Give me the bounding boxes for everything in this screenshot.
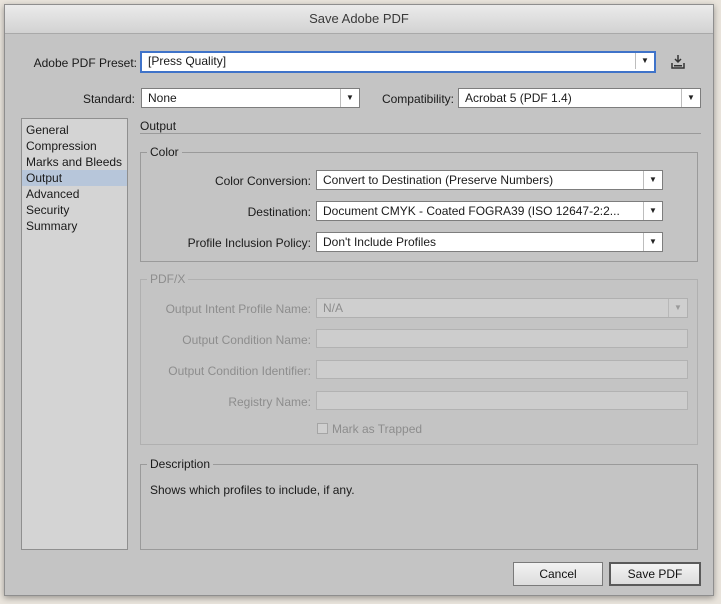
profile-inclusion-value: Don't Include Profiles	[323, 235, 437, 249]
window-title: Save Adobe PDF	[5, 5, 713, 34]
sidebar-item-security[interactable]: Security	[22, 202, 127, 218]
chevron-down-icon: ▼	[340, 89, 359, 107]
output-condition-id-label: Output Condition Identifier:	[168, 364, 311, 378]
save-preset-icon[interactable]	[669, 53, 687, 71]
output-intent-select: N/A ▼	[316, 298, 688, 318]
sidebar-item-marks-and-bleeds[interactable]: Marks and Bleeds	[22, 154, 127, 170]
sidebar-item-compression[interactable]: Compression	[22, 138, 127, 154]
preset-select[interactable]: [Press Quality] ▼	[140, 51, 656, 73]
color-conversion-label: Color Conversion:	[214, 174, 311, 188]
output-condition-name-label: Output Condition Name:	[182, 333, 311, 347]
chevron-down-icon: ▼	[643, 202, 662, 220]
chevron-down-icon: ▼	[668, 299, 687, 317]
mark-as-trapped-checkbox	[317, 423, 328, 434]
standard-value: None	[148, 91, 177, 105]
preset-value: [Press Quality]	[148, 54, 227, 68]
preset-label: Adobe PDF Preset:	[33, 56, 137, 70]
compatibility-select[interactable]: Acrobat 5 (PDF 1.4) ▼	[458, 88, 701, 108]
output-condition-name-field	[316, 329, 688, 348]
description-text: Shows which profiles to include, if any.	[150, 483, 355, 497]
sidebar-item-output[interactable]: Output	[22, 170, 127, 186]
chevron-down-icon: ▼	[681, 89, 700, 107]
color-group-title: Color	[147, 145, 182, 159]
sidebar-item-general[interactable]: General	[22, 122, 127, 138]
description-group: Description	[140, 457, 698, 550]
panel-divider	[140, 133, 701, 134]
cancel-button[interactable]: Cancel	[513, 562, 603, 586]
destination-select[interactable]: Document CMYK - Coated FOGRA39 (ISO 1264…	[316, 201, 663, 221]
compatibility-value: Acrobat 5 (PDF 1.4)	[465, 91, 572, 105]
output-intent-label: Output Intent Profile Name:	[165, 302, 311, 316]
panel-title: Output	[140, 119, 177, 133]
chevron-down-icon: ▼	[635, 53, 654, 69]
destination-label: Destination:	[247, 205, 311, 219]
mark-as-trapped-label: Mark as Trapped	[332, 422, 423, 436]
color-conversion-value: Convert to Destination (Preserve Numbers…	[323, 173, 554, 187]
standard-select[interactable]: None ▼	[141, 88, 360, 108]
registry-name-label: Registry Name:	[228, 395, 311, 409]
color-conversion-select[interactable]: Convert to Destination (Preserve Numbers…	[316, 170, 663, 190]
profile-inclusion-select[interactable]: Don't Include Profiles ▼	[316, 232, 663, 252]
description-group-title: Description	[147, 457, 214, 471]
compatibility-label: Compatibility:	[381, 92, 454, 106]
sidebar-list: General Compression Marks and Bleeds Out…	[21, 118, 128, 550]
output-condition-id-field	[316, 360, 688, 379]
profile-inclusion-label: Profile Inclusion Policy:	[187, 236, 311, 250]
sidebar-item-advanced[interactable]: Advanced	[22, 186, 127, 202]
pdfx-group-title: PDF/X	[147, 272, 189, 286]
registry-name-field	[316, 391, 688, 410]
chevron-down-icon: ▼	[643, 233, 662, 251]
sidebar-item-summary[interactable]: Summary	[22, 218, 127, 234]
destination-value: Document CMYK - Coated FOGRA39 (ISO 1264…	[323, 204, 620, 218]
save-pdf-button[interactable]: Save PDF	[609, 562, 701, 586]
chevron-down-icon: ▼	[643, 171, 662, 189]
standard-label: Standard:	[82, 92, 135, 106]
save-pdf-dialog: Save Adobe PDF Adobe PDF Preset: [Press …	[4, 4, 714, 596]
output-intent-value: N/A	[323, 301, 344, 315]
